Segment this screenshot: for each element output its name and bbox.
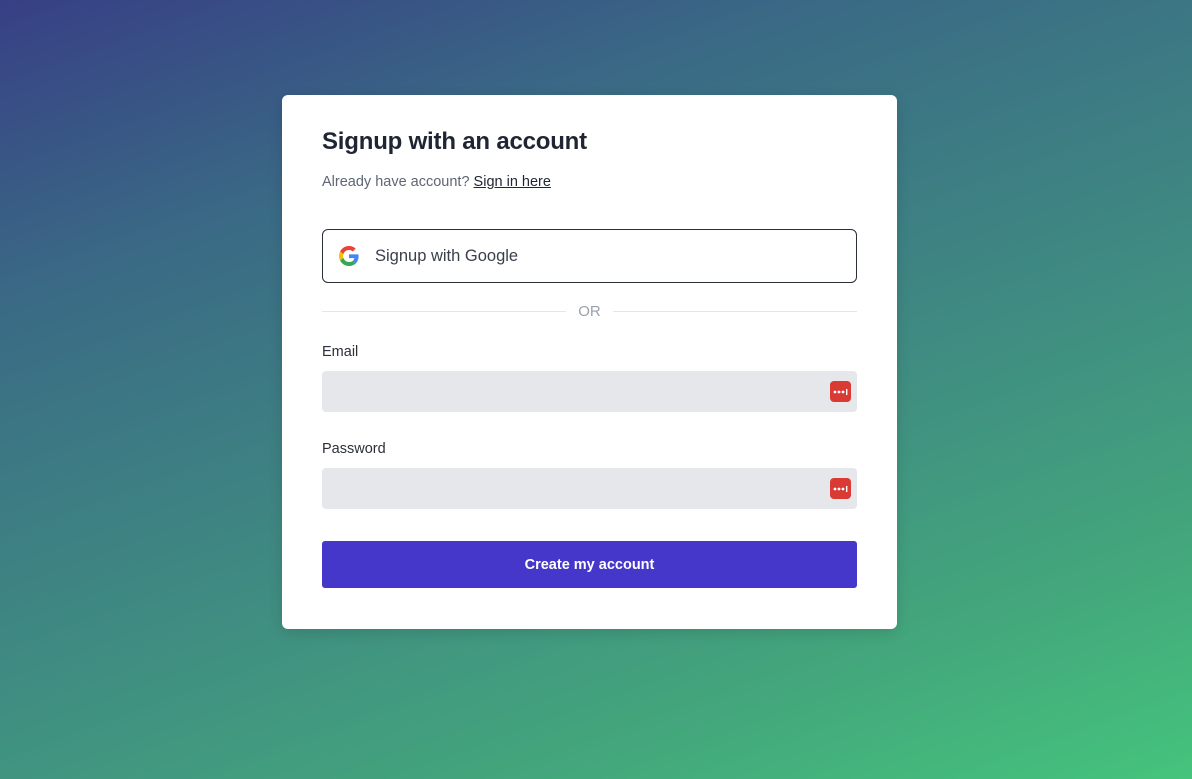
google-signup-button[interactable]: Signup with Google [322, 229, 857, 283]
signin-prompt-text: Already have account? [322, 174, 470, 190]
signin-link[interactable]: Sign in here [474, 174, 551, 190]
page-title: Signup with an account [322, 128, 587, 155]
divider-line-left [322, 310, 567, 312]
email-field-wrapper [322, 371, 857, 412]
create-account-button[interactable]: Create my account [322, 541, 857, 588]
password-field-wrapper [322, 468, 857, 509]
password-label: Password [322, 441, 386, 457]
email-label: Email [322, 344, 359, 360]
password-manager-icon[interactable] [830, 381, 851, 402]
google-icon [339, 246, 359, 266]
email-field[interactable] [322, 371, 857, 412]
or-divider: OR [322, 301, 857, 321]
divider-text: OR [578, 302, 601, 320]
password-manager-icon[interactable] [830, 478, 851, 499]
signup-card: Signup with an account Already have acco… [282, 95, 897, 629]
signin-prompt: Already have account? Sign in here [322, 174, 551, 190]
divider-line-right [612, 310, 857, 312]
password-field[interactable] [322, 468, 857, 509]
google-signup-label: Signup with Google [375, 246, 519, 265]
